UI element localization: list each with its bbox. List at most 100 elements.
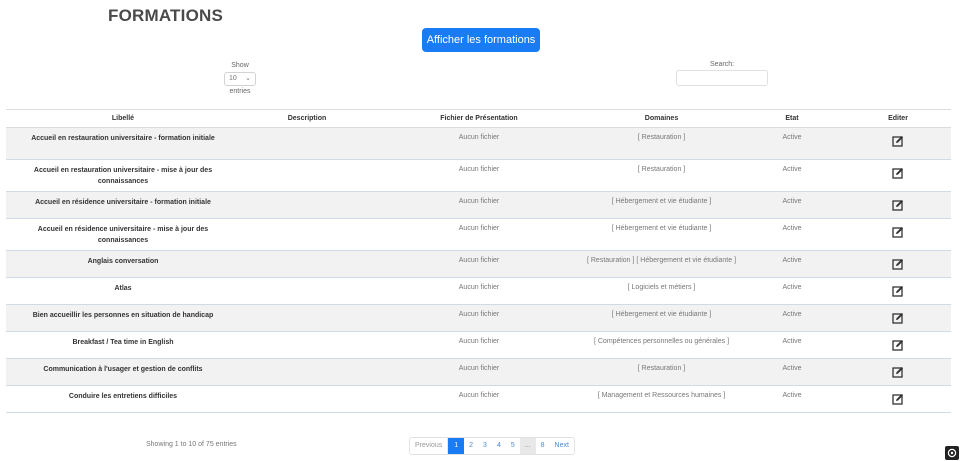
cell-libelle: Accueil en restauration universitaire - … (6, 159, 240, 192)
cell-fichier: Aucun fichier (374, 304, 584, 332)
cell-editer (845, 304, 951, 332)
pagination-ellipsis: ... (519, 438, 536, 454)
table-row: Accueil en résidence universitaire - mis… (6, 218, 951, 251)
cell-editer (845, 358, 951, 386)
cell-editer (845, 127, 951, 160)
column-header-etat[interactable]: Etat (739, 109, 845, 128)
table-info: Showing 1 to 10 of 75 entries (146, 441, 237, 448)
cell-description (240, 250, 374, 278)
cell-description (240, 277, 374, 305)
cell-etat: Active (739, 304, 845, 332)
pagination-page-8[interactable]: 8 (535, 438, 550, 454)
page-title: FORMATIONS (108, 6, 224, 25)
pagination-page-5[interactable]: 5 (505, 438, 520, 454)
cell-etat: Active (739, 159, 845, 192)
cell-etat: Active (739, 250, 845, 278)
cell-description (240, 127, 374, 160)
edit-icon[interactable] (892, 258, 904, 270)
cell-fichier: Aucun fichier (374, 385, 584, 413)
cell-etat: Active (739, 331, 845, 359)
cell-libelle: Anglais conversation (6, 250, 240, 278)
cell-fichier: Aucun fichier (374, 331, 584, 359)
cell-domaines: [ Restauration ] (584, 127, 739, 160)
cell-fichier: Aucun fichier (374, 191, 584, 219)
cell-libelle: Communication à l'usager et gestion de c… (6, 358, 240, 386)
cell-editer (845, 385, 951, 413)
column-header-fichier[interactable]: Fichier de Présentation (374, 109, 584, 128)
cell-fichier: Aucun fichier (374, 127, 584, 160)
cell-libelle: Accueil en résidence universitaire - for… (6, 191, 240, 219)
search-input[interactable] (676, 70, 768, 86)
cell-etat: Active (739, 277, 845, 305)
cell-domaines: [ Hébergement et vie étudiante ] (584, 218, 739, 251)
table-header-row: Libellé Description Fichier de Présentat… (6, 109, 951, 128)
cell-description (240, 218, 374, 251)
show-formations-button[interactable]: Afficher les formations (422, 28, 540, 52)
cell-editer (845, 277, 951, 305)
cell-editer (845, 191, 951, 219)
cell-editer (845, 250, 951, 278)
pagination-page-2[interactable]: 2 (464, 438, 479, 454)
column-header-editer: Editer (845, 109, 951, 128)
pagination-next[interactable]: Next (549, 438, 574, 454)
pagination-page-3[interactable]: 3 (478, 438, 492, 454)
table-row: Bien accueillir les personnes en situati… (6, 304, 951, 332)
cell-description (240, 304, 374, 332)
column-header-domaines[interactable]: Domaines (584, 109, 739, 128)
entries-select-value: 10 (229, 75, 237, 82)
pagination-page-4[interactable]: 4 (491, 438, 506, 454)
cell-domaines: [ Hébergement et vie étudiante ] (584, 191, 739, 219)
table-row: Breakfast / Tea time in English Aucun fi… (6, 331, 951, 359)
edit-icon[interactable] (892, 167, 904, 179)
table-row: Accueil en restauration universitaire - … (6, 159, 951, 192)
settings-icon[interactable] (945, 446, 959, 460)
table-row: Communication à l'usager et gestion de c… (6, 358, 951, 386)
column-header-libelle[interactable]: Libellé (6, 109, 240, 128)
cell-description (240, 159, 374, 192)
cell-etat: Active (739, 358, 845, 386)
edit-icon[interactable] (892, 312, 904, 324)
cell-editer (845, 331, 951, 359)
cell-fichier: Aucun fichier (374, 358, 584, 386)
edit-icon[interactable] (892, 366, 904, 378)
edit-icon[interactable] (892, 339, 904, 351)
search-label: Search: (709, 61, 735, 68)
entries-length-control: Show 10 ⌄ entries (222, 61, 258, 97)
cell-etat: Active (739, 385, 845, 413)
edit-icon[interactable] (892, 393, 904, 405)
column-header-description[interactable]: Description (240, 109, 374, 128)
cell-fichier: Aucun fichier (374, 277, 584, 305)
cell-domaines: [ Compétences personnelles ou générales … (584, 331, 739, 359)
edit-icon[interactable] (892, 199, 904, 211)
cell-etat: Active (739, 191, 845, 219)
show-label: Show (231, 62, 249, 69)
cell-domaines: [ Restauration ] (584, 159, 739, 192)
cell-editer (845, 159, 951, 192)
cell-editer (845, 218, 951, 251)
table-row: Atlas Aucun fichier [ Logiciels et métie… (6, 277, 951, 305)
cell-description (240, 385, 374, 413)
edit-icon[interactable] (892, 226, 904, 238)
table-row: Anglais conversation Aucun fichier [ Res… (6, 250, 951, 278)
entries-label: entries (229, 88, 251, 95)
table-row: Accueil en résidence universitaire - for… (6, 191, 951, 219)
cell-libelle: Bien accueillir les personnes en situati… (6, 304, 240, 332)
cell-domaines: [ Restauration ] (584, 358, 739, 386)
cell-fichier: Aucun fichier (374, 250, 584, 278)
pagination: Previous 1 2 3 4 5 ... 8 Next (409, 437, 575, 455)
cell-libelle: Breakfast / Tea time in English (6, 331, 240, 359)
pagination-page-1[interactable]: 1 (448, 438, 465, 454)
cell-fichier: Aucun fichier (374, 159, 584, 192)
entries-select[interactable]: 10 ⌄ (224, 72, 256, 86)
table-row: Accueil en restauration universitaire - … (6, 127, 951, 160)
pagination-previous[interactable]: Previous (410, 438, 449, 454)
cell-domaines: [ Management et Ressources humaines ] (584, 385, 739, 413)
cell-domaines: [ Hébergement et vie étudiante ] (584, 304, 739, 332)
cell-etat: Active (739, 127, 845, 160)
edit-icon[interactable] (892, 135, 904, 147)
cell-domaines: [ Logiciels et métiers ] (584, 277, 739, 305)
table-row: Conduire les entretiens difficiles Aucun… (6, 385, 951, 413)
edit-icon[interactable] (892, 285, 904, 297)
cell-fichier: Aucun fichier (374, 218, 584, 251)
cell-description (240, 331, 374, 359)
